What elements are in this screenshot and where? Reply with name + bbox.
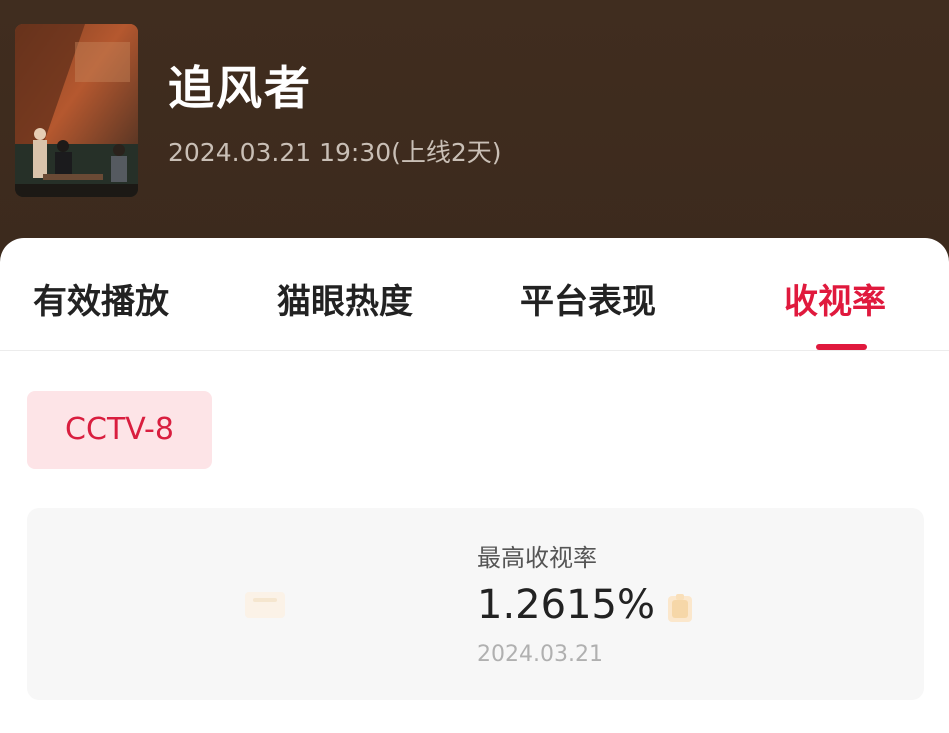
placeholder-icon <box>245 592 285 618</box>
content-sheet: 有效播放 猫眼热度 平台表现 收视率 CCTV-8 最高收视率 1.2615% … <box>0 238 949 733</box>
peak-rating-card: 最高收视率 1.2615% 2024.03.21 <box>27 508 924 700</box>
peak-rating-date: 2024.03.21 <box>477 642 603 667</box>
peak-rating-label: 最高收视率 <box>477 544 597 572</box>
medal-icon <box>668 594 692 622</box>
tab-platform-performance[interactable]: 平台表现 <box>520 274 656 323</box>
drama-header: 追风者 2024.03.21 19:30(上线2天) <box>0 0 949 260</box>
poster-image <box>15 24 138 197</box>
active-tab-indicator <box>816 344 867 350</box>
drama-title: 追风者 <box>168 61 312 115</box>
channel-chip-cctv8[interactable]: CCTV-8 <box>27 391 212 469</box>
tab-effective-plays[interactable]: 有效播放 <box>33 274 169 323</box>
drama-poster[interactable] <box>15 24 138 197</box>
peak-rating-value: 1.2615% <box>477 582 655 628</box>
release-datetime: 2024.03.21 19:30(上线2天) <box>168 138 502 167</box>
tab-maoyan-heat[interactable]: 猫眼热度 <box>277 274 413 323</box>
tab-ratings[interactable]: 收视率 <box>784 274 886 323</box>
tab-bar: 有效播放 猫眼热度 平台表现 收视率 <box>0 238 949 351</box>
